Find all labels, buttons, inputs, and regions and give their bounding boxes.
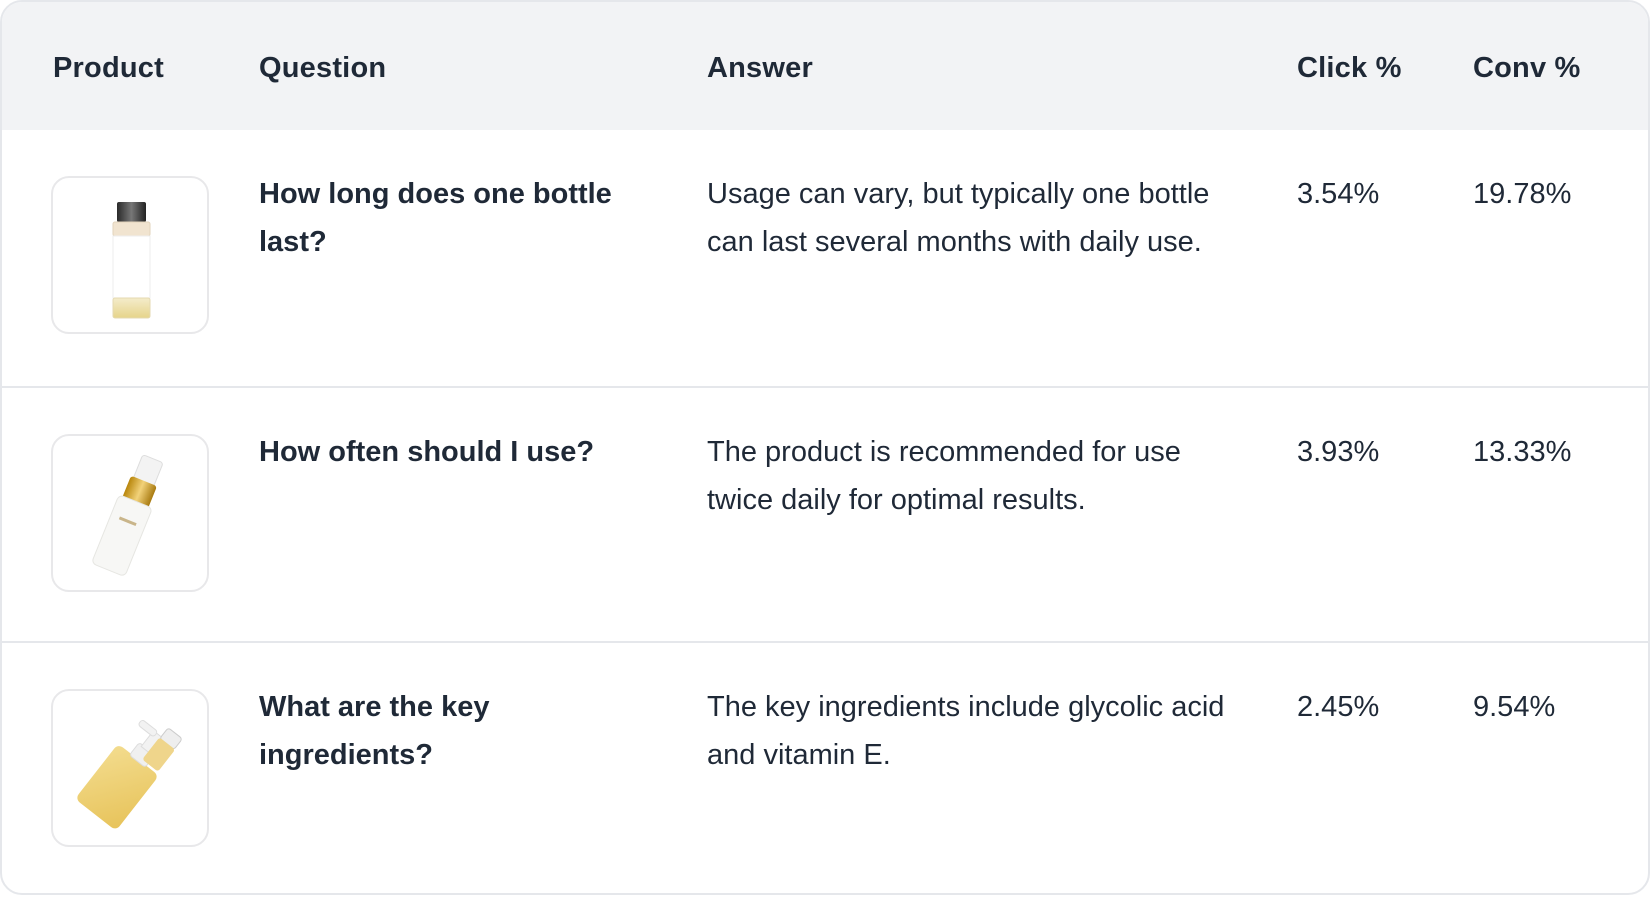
header-click-pct[interactable]: Click % [1297,2,1402,130]
table-header: Product Question Answer Click % Conv % [2,2,1648,130]
click-pct: 2.45% [1297,691,1380,723]
click-pct: 3.54% [1297,178,1380,210]
spray-bottle-icon [92,454,163,576]
conv-pct: 19.78% [1473,178,1572,210]
product-image[interactable] [51,176,209,334]
answer-text: The product is recommended for use twice… [707,436,1181,516]
answer-text: Usage can vary, but typically one bottle… [707,178,1210,258]
header-answer[interactable]: Answer [707,2,813,130]
conv-pct: 13.33% [1473,436,1572,468]
conv-pct: 9.54% [1473,691,1556,723]
table-row[interactable]: How often should I use? The product is r… [2,386,1648,643]
table-row[interactable]: What are the key ingredients? The key in… [2,641,1648,893]
header-conv-pct[interactable]: Conv % [1473,2,1581,130]
faq-performance-table: Product Question Answer Click % Conv % H… [0,0,1650,895]
question-text: How often should I use? [259,436,595,468]
click-pct: 3.93% [1297,436,1380,468]
question-text: How long does one bottle last? [259,178,612,258]
product-image[interactable] [51,689,209,847]
answer-text: The key ingredients include glycolic aci… [707,691,1225,771]
question-text: What are the key ingredients? [259,691,490,771]
header-product[interactable]: Product [53,2,164,130]
clear-bottle-icon [112,202,151,319]
pump-bottle-set-icon [77,720,182,829]
table-row[interactable]: How long does one bottle last? Usage can… [2,130,1648,386]
header-question[interactable]: Question [259,2,386,130]
product-image[interactable] [51,434,209,592]
